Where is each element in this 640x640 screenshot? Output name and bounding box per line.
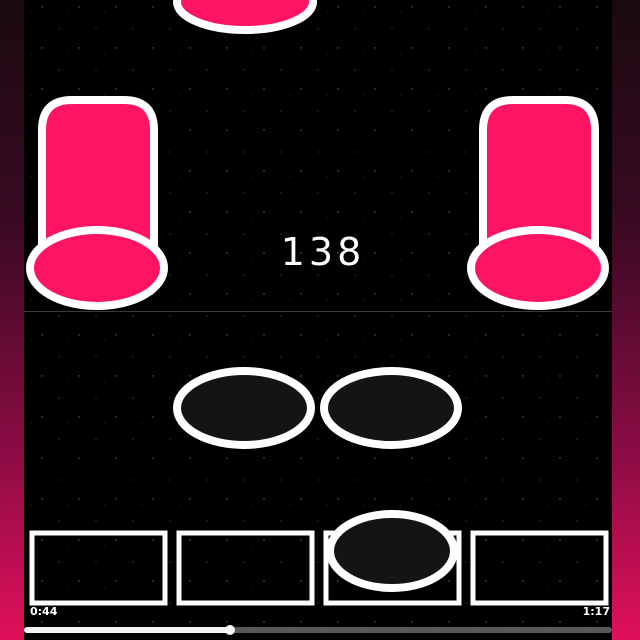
note-right bbox=[320, 367, 462, 449]
current-time: 0:44 bbox=[30, 605, 58, 618]
note-left bbox=[173, 367, 315, 449]
left-pillar bbox=[26, 96, 168, 310]
game-field bbox=[24, 0, 612, 640]
scrubber-handle[interactable] bbox=[224, 625, 235, 635]
note-at-target bbox=[326, 510, 458, 592]
falling-note-top bbox=[173, 0, 317, 34]
total-time: 1:17 bbox=[582, 605, 610, 618]
score-counter: 138 bbox=[280, 230, 366, 274]
right-pillar bbox=[467, 96, 609, 310]
video-progress-bar[interactable] bbox=[24, 625, 612, 635]
progress-fill bbox=[24, 627, 230, 633]
